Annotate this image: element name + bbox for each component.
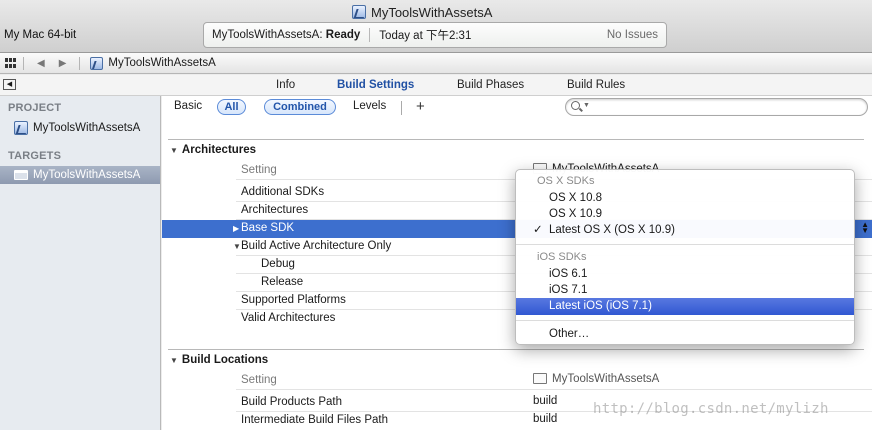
editor-tab-bar: ◀ Info Build Settings Build Phases Build… <box>0 75 872 96</box>
menu-item-osx-10-9[interactable]: OS X 10.9 <box>516 206 854 223</box>
filter-divider <box>401 101 402 115</box>
tab-build-phases[interactable]: Build Phases <box>457 79 524 91</box>
checkmark-icon: ✓ <box>533 224 543 236</box>
xcode-project-icon <box>14 121 28 135</box>
menu-item-other[interactable]: Other… <box>516 326 854 343</box>
jumpbar-project[interactable]: MyToolsWithAssetsA <box>90 56 216 70</box>
menu-item-latest-osx[interactable]: ✓ Latest OS X (OS X 10.9) <box>516 222 854 239</box>
sidebar-item-target[interactable]: MyToolsWithAssetsA <box>0 166 160 184</box>
project-header: PROJECT <box>8 102 62 114</box>
back-arrow-icon[interactable]: ◀ <box>37 58 45 69</box>
project-target-sidebar: PROJECT MyToolsWithAssetsA TARGETS MyToo… <box>0 96 161 430</box>
jump-bar: ◀ ▶ MyToolsWithAssetsA <box>0 53 872 74</box>
sidebar-item-project[interactable]: MyToolsWithAssetsA <box>0 119 160 137</box>
targets-header: TARGETS <box>8 150 62 162</box>
xcode-project-icon <box>90 56 104 70</box>
popup-stepper-icon[interactable]: ▲ ▼ <box>861 221 869 235</box>
activity-time: Today at 下午2:31 <box>379 30 472 42</box>
menu-separator <box>516 320 854 321</box>
disclosure-open-icon[interactable]: ▼ <box>170 146 178 155</box>
filter-all[interactable]: All <box>217 99 246 115</box>
jumpbar-divider <box>23 56 24 70</box>
menu-header-ios: iOS SDKs <box>537 251 587 263</box>
search-icon <box>571 101 580 110</box>
activity-divider <box>369 28 371 42</box>
related-items-icon[interactable] <box>5 58 17 68</box>
jumpbar-divider <box>79 56 81 70</box>
chevron-down-icon: ▼ <box>583 102 590 109</box>
window-title: MyToolsWithAssetsA <box>352 3 492 21</box>
scheme-selector[interactable]: My Mac 64-bit <box>4 29 76 41</box>
issues-label[interactable]: No Issues <box>607 29 658 41</box>
filter-basic[interactable]: Basic <box>174 100 202 112</box>
menu-item-ios-7-1[interactable]: iOS 7.1 <box>516 282 854 299</box>
setting-column-header: Setting MyToolsWithAssetsA <box>162 372 872 390</box>
add-setting-button[interactable]: + <box>416 98 425 115</box>
target-folder-icon <box>533 373 547 384</box>
base-sdk-popup-menu: OS X SDKs OS X 10.8 OS X 10.9 ✓ Latest O… <box>515 169 855 345</box>
window-toolbar: MyToolsWithAssetsA My Mac 64-bit MyTools… <box>0 0 872 53</box>
build-locations-group[interactable]: ▼ Build Locations <box>162 354 268 366</box>
xcode-project-icon <box>352 5 366 19</box>
forward-arrow-icon[interactable]: ▶ <box>59 58 67 69</box>
settings-search-input[interactable]: ▼ <box>565 98 868 116</box>
menu-item-ios-6-1[interactable]: iOS 6.1 <box>516 266 854 283</box>
activity-viewer: MyToolsWithAssetsA: Ready Today at 下午2:3… <box>203 22 667 48</box>
menu-item-latest-ios[interactable]: Latest iOS (iOS 7.1) <box>516 298 854 315</box>
watermark: http://blog.csdn.net/mylizh <box>593 401 829 417</box>
menu-separator <box>516 244 854 245</box>
filter-levels[interactable]: Levels <box>353 100 386 112</box>
tab-info[interactable]: Info <box>276 79 295 91</box>
section-divider <box>168 349 864 350</box>
disclosure-open-icon[interactable]: ▼ <box>233 242 241 251</box>
tab-build-settings[interactable]: Build Settings <box>337 79 414 91</box>
tab-build-rules[interactable]: Build Rules <box>567 79 625 91</box>
settings-filter-bar: Basic All Combined Levels + ▼ <box>162 96 872 120</box>
architectures-group[interactable]: ▼ Architectures <box>162 144 256 156</box>
menu-item-osx-10-8[interactable]: OS X 10.8 <box>516 190 854 207</box>
hide-targets-icon[interactable]: ◀ <box>3 79 16 90</box>
window-title-text: MyToolsWithAssetsA <box>371 4 493 20</box>
disclosure-open-icon[interactable]: ▼ <box>170 356 178 365</box>
disclosure-closed-icon[interactable]: ▶ <box>233 224 239 233</box>
menu-header-osx: OS X SDKs <box>537 175 595 187</box>
filter-combined[interactable]: Combined <box>264 99 336 115</box>
section-divider <box>168 139 864 140</box>
app-target-icon <box>14 170 28 180</box>
activity-status: MyToolsWithAssetsA: Ready <box>212 29 361 41</box>
